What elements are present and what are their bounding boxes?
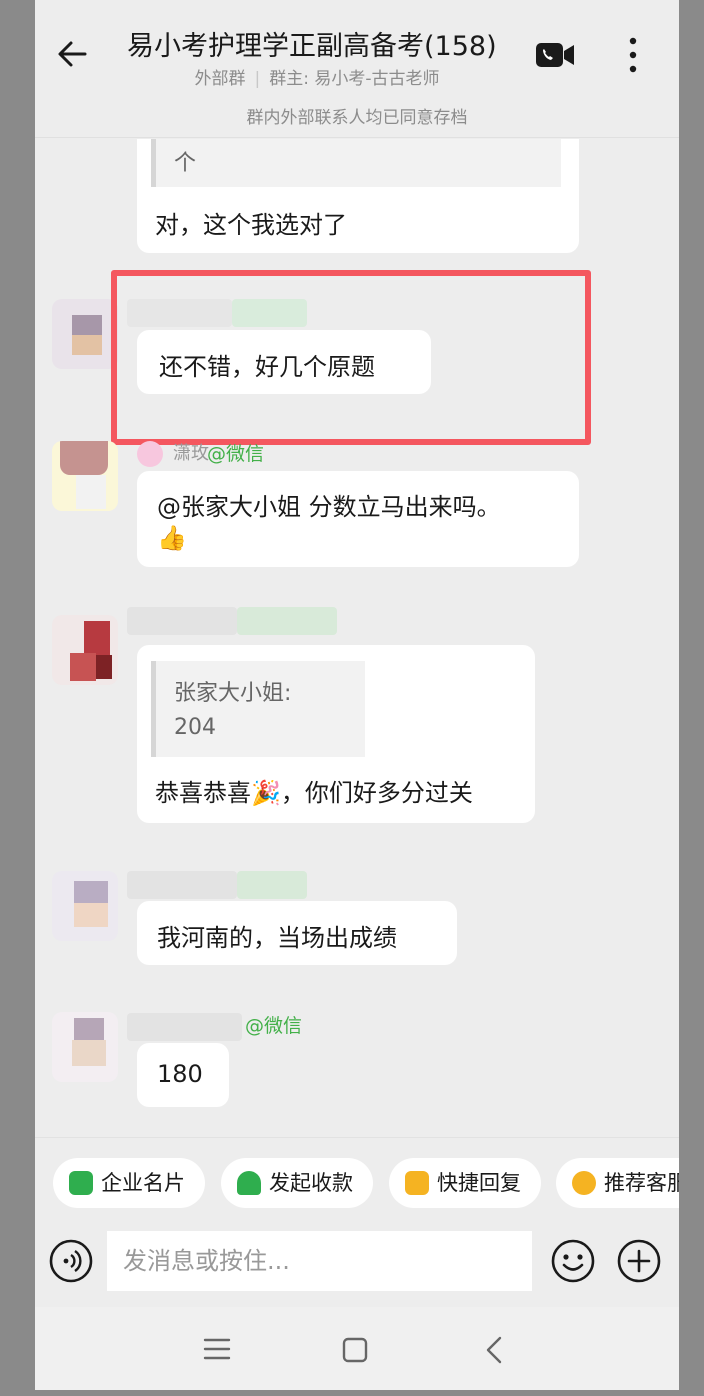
quick-reply-icon [405, 1171, 429, 1195]
group-title: 易小考护理学正副高备考(158) [127, 31, 497, 62]
business-card-button[interactable]: 企业名片 [53, 1158, 205, 1208]
quoted-sender: 张家大小姐: [174, 681, 292, 706]
group-subtitle: 外部群 | 群主: 易小考-古古老师 [35, 64, 679, 89]
system-nav-bar [35, 1307, 679, 1390]
archive-notice: 群内外部联系人均已同意存档 [35, 98, 679, 138]
message-text-line1: @张家大小姐 分数立马出来吗。 [157, 493, 501, 521]
chip-label: 企业名片 [101, 1171, 185, 1195]
quick-reply-button[interactable]: 快捷回复 [389, 1158, 541, 1208]
request-payment-button[interactable]: 发起收款 [221, 1158, 373, 1208]
chat-screen: 易小考护理学正副高备考(158) 外部群 | 群主: 易小考-古古老师 群内外部联系… [35, 0, 679, 1390]
avatar[interactable] [52, 441, 118, 511]
video-call-icon[interactable] [535, 40, 575, 70]
message-bubble[interactable]: 180 [137, 1043, 229, 1107]
avatar[interactable] [52, 871, 118, 941]
highlight-box [111, 270, 591, 445]
chip-label: 快捷回复 [437, 1171, 521, 1195]
chip-label: 发起收款 [269, 1171, 353, 1195]
subtitle-separator: | [254, 69, 261, 89]
sender-name: 潇玫 @微信 [137, 439, 337, 467]
message-bubble[interactable]: @张家大小姐 分数立马出来吗。 👍 [137, 471, 579, 567]
business-card-icon [69, 1171, 93, 1195]
message-text: 我河南的，当场出成绩 [157, 924, 397, 952]
nav-back-icon[interactable] [484, 1335, 504, 1365]
message-list[interactable]: 个 对，这个我选对了 还不错，好几个原题 潇玫 @微信 @张家大小姐 分数立马出… [35, 139, 679, 1137]
plus-icon[interactable] [617, 1239, 661, 1283]
thumbs-up-emoji: 👍 [157, 524, 187, 552]
quoted-text: 204 [174, 715, 216, 740]
sender-partial-name: 潇玫 [173, 443, 209, 464]
group-type-label: 外部群 [194, 69, 246, 89]
avatar[interactable] [52, 299, 118, 369]
message-text: 对，这个我选对了 [155, 211, 347, 239]
more-options-icon[interactable] [625, 36, 641, 76]
recent-apps-icon[interactable] [203, 1337, 231, 1361]
payment-icon [237, 1171, 261, 1195]
recommend-service-button[interactable]: 推荐客服 [556, 1158, 679, 1208]
message-bubble[interactable]: 我河南的，当场出成绩 [137, 901, 457, 965]
avatar[interactable] [52, 1012, 118, 1082]
quoted-message[interactable]: 张家大小姐: 204 [151, 661, 365, 757]
voice-input-icon[interactable] [49, 1239, 93, 1283]
quick-actions-bar: 企业名片 发起收款 快捷回复 推荐客服 [35, 1137, 679, 1225]
recommend-service-icon [572, 1171, 596, 1195]
message-bubble[interactable]: 张家大小姐: 204 恭喜恭喜🎉，你们好多分过关 [137, 645, 535, 823]
quoted-text: 个 [174, 151, 197, 176]
message-text: 180 [157, 1060, 203, 1088]
wechat-tag: @微信 [245, 1015, 303, 1037]
home-icon[interactable] [342, 1337, 368, 1363]
message-text: 恭喜恭喜🎉，你们好多分过关 [155, 779, 473, 807]
emoji-icon[interactable] [551, 1239, 595, 1283]
message-bubble[interactable]: 个 对，这个我选对了 [137, 139, 579, 253]
chat-header: 易小考护理学正副高备考(158) 外部群 | 群主: 易小考-古古老师 [35, 0, 679, 98]
sender-name: @微信 [127, 1011, 357, 1041]
wechat-tag: @微信 [207, 443, 265, 465]
group-owner-label: 群主: 易小考-古古老师 [269, 69, 440, 89]
chip-label: 推荐客服 [604, 1171, 679, 1195]
message-input[interactable]: 发消息或按住... [107, 1231, 532, 1291]
input-bar: 发消息或按住... [35, 1225, 679, 1307]
avatar[interactable] [52, 615, 118, 685]
quoted-message[interactable]: 个 [151, 139, 561, 187]
